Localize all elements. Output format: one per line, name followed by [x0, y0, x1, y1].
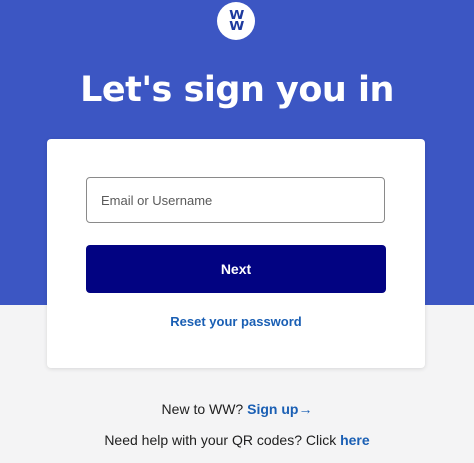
- qr-help-link[interactable]: here: [340, 432, 370, 448]
- logo-line-2: W: [228, 19, 244, 33]
- signup-prompt: New to WW? Sign up→: [0, 401, 474, 417]
- logo-lettering: W W: [228, 9, 244, 33]
- qr-help-prompt: Need help with your QR codes? Click here: [0, 432, 474, 448]
- next-button[interactable]: Next: [86, 245, 386, 293]
- sign-up-link[interactable]: Sign up→: [247, 401, 312, 417]
- page-title: Let's sign you in: [80, 70, 394, 110]
- email-field[interactable]: [86, 177, 385, 223]
- ww-logo[interactable]: W W: [217, 2, 255, 40]
- sign-in-card: Next Reset your password: [47, 139, 425, 368]
- new-to-ww-text: New to WW?: [161, 401, 244, 417]
- reset-password-link[interactable]: Reset your password: [47, 314, 425, 329]
- qr-help-text: Need help with your QR codes? Click: [104, 432, 337, 448]
